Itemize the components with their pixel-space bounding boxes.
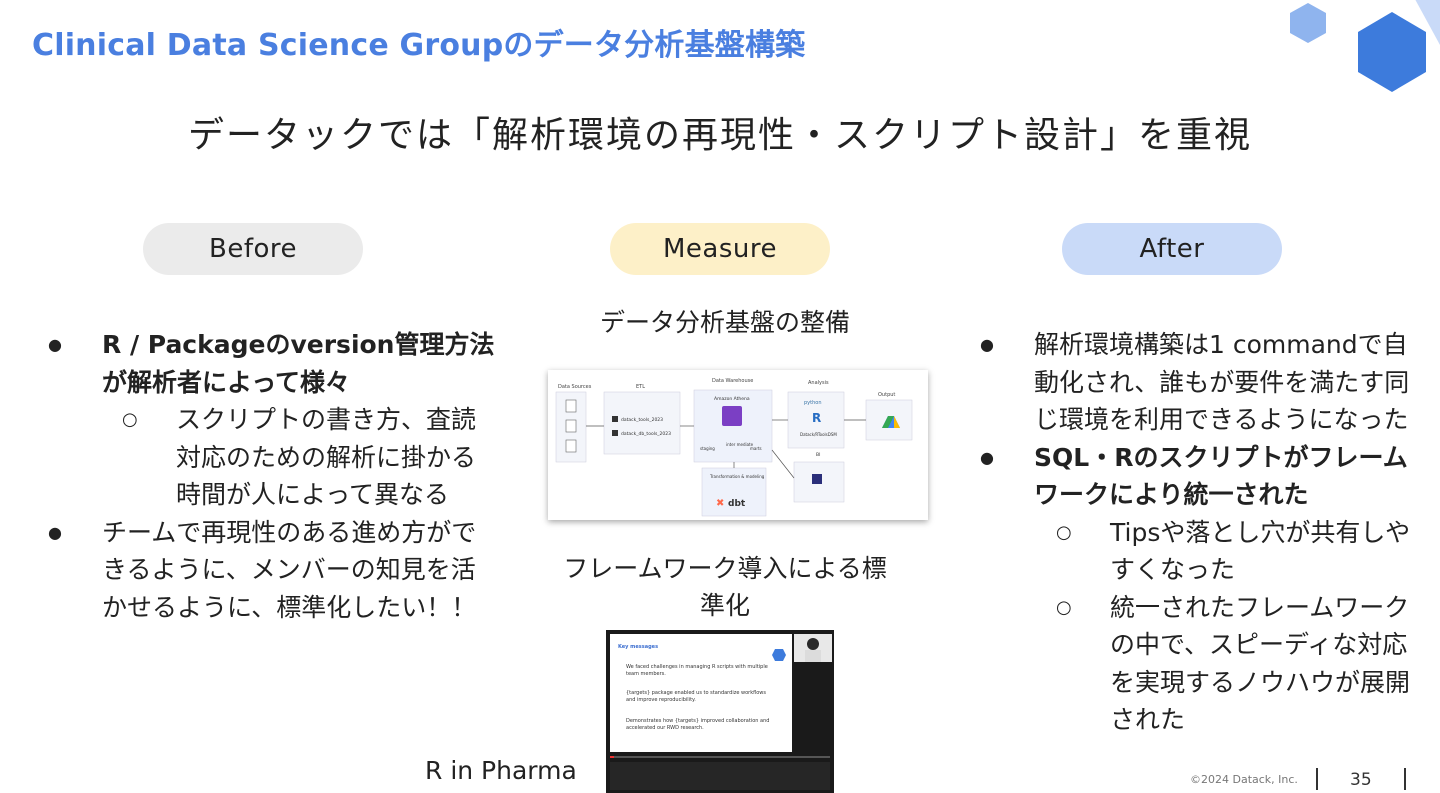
video-slide-point: Demonstrates how {targets} improved coll…: [626, 718, 770, 731]
diagram-transform-label: Transformation & modeling: [709, 474, 765, 479]
before-bullet-1: R / Packageのversion管理方法が解析者によって様々: [48, 326, 498, 401]
diagram-etl-item: datack_db_tools_2023: [621, 431, 671, 437]
speaker-avatar: [794, 634, 832, 662]
after-bullet-1: 解析環境構築は1 commandで自動化され、誰もが要件を満たす同じ環境を利用で…: [980, 326, 1420, 439]
diagram-section-label: Data Sources: [558, 384, 592, 390]
slide-title: Clinical Data Science Groupのデータ分析基盤構築: [32, 28, 806, 63]
footer-divider: [1316, 768, 1318, 790]
measure-pill: Measure: [610, 223, 830, 275]
video-info-strip: [610, 762, 830, 790]
diagram-analysis-item: Datack/RToolsDSM: [800, 432, 837, 437]
diagram-warehouse-title: Amazon Athena: [714, 396, 750, 402]
footer-copyright: ©2024 Datack, Inc.: [1190, 773, 1298, 786]
diagram-etl-item: datack_tools_2023: [621, 417, 663, 423]
after-pill: After: [1062, 223, 1282, 275]
diagram-analysis-item: python: [804, 400, 822, 406]
video-slide-point: {targets} package enabled us to standard…: [626, 690, 766, 703]
before-sub-bullet-1: スクリプトの書き方、査読対応のための解析に掛かる時間が人によって異なる: [48, 401, 498, 514]
diagram-warehouse-stage: marts: [750, 446, 762, 451]
measure-label-framework: フレームワーク導入による標準化: [563, 554, 887, 620]
video-slide-heading: Key messages: [618, 644, 659, 650]
architecture-diagram: Data Sources ETL Data Warehouse Analysis…: [548, 370, 928, 520]
after-column: 解析環境構築は1 commandで自動化され、誰もが要件を満たす同じ環境を利用で…: [980, 326, 1420, 739]
diagram-warehouse-stage: staging: [700, 446, 715, 451]
diagram-section-label: Analysis: [808, 380, 829, 386]
video-slide: Key messages We faced challenges in mana…: [610, 634, 792, 752]
before-bullet-2: チームで再現性のある進め方ができるように、メンバーの知見を活かせるように、標準化…: [48, 514, 498, 627]
diagram-analysis-item: R: [812, 411, 821, 425]
page-number: 35: [1350, 770, 1372, 790]
before-column: R / Packageのversion管理方法が解析者によって様々 スクリプトの…: [48, 326, 498, 626]
before-pill: Before: [143, 223, 363, 275]
after-bullet-2: SQL・Rのスクリプトがフレームワークにより統一された: [980, 439, 1420, 514]
diagram-section-label: Data Warehouse: [712, 378, 753, 384]
measure-label-platform: データ分析基盤の整備: [599, 308, 850, 337]
video-slide-point: We faced challenges in managing R script…: [626, 664, 768, 677]
hexagon-icon: [772, 649, 786, 661]
video-thumbnail[interactable]: Key messages We faced challenges in mana…: [606, 630, 834, 793]
diagram-bi-label: BI: [816, 452, 820, 458]
video-caption: R in Pharma: [425, 756, 577, 785]
video-progress-bar[interactable]: [610, 756, 830, 758]
after-sub-bullet-2: 統一されたフレームワークの中で、スピーディな対応を実現するノウハウが展開された: [980, 589, 1420, 739]
footer-divider: [1404, 768, 1406, 790]
diagram-section-label: Output: [878, 392, 895, 398]
diagram-dbt-label: dbt: [728, 499, 746, 509]
slide-subtitle: データックでは「解析環境の再現性・スクリプト設計」を重視: [187, 115, 1252, 156]
dbt-icon: ✖: [716, 498, 724, 509]
hexagon-logo-icon: [1290, 0, 1440, 92]
after-sub-bullet-1: Tipsや落とし穴が共有しやすくなった: [980, 514, 1420, 589]
diagram-section-label: ETL: [636, 384, 645, 390]
